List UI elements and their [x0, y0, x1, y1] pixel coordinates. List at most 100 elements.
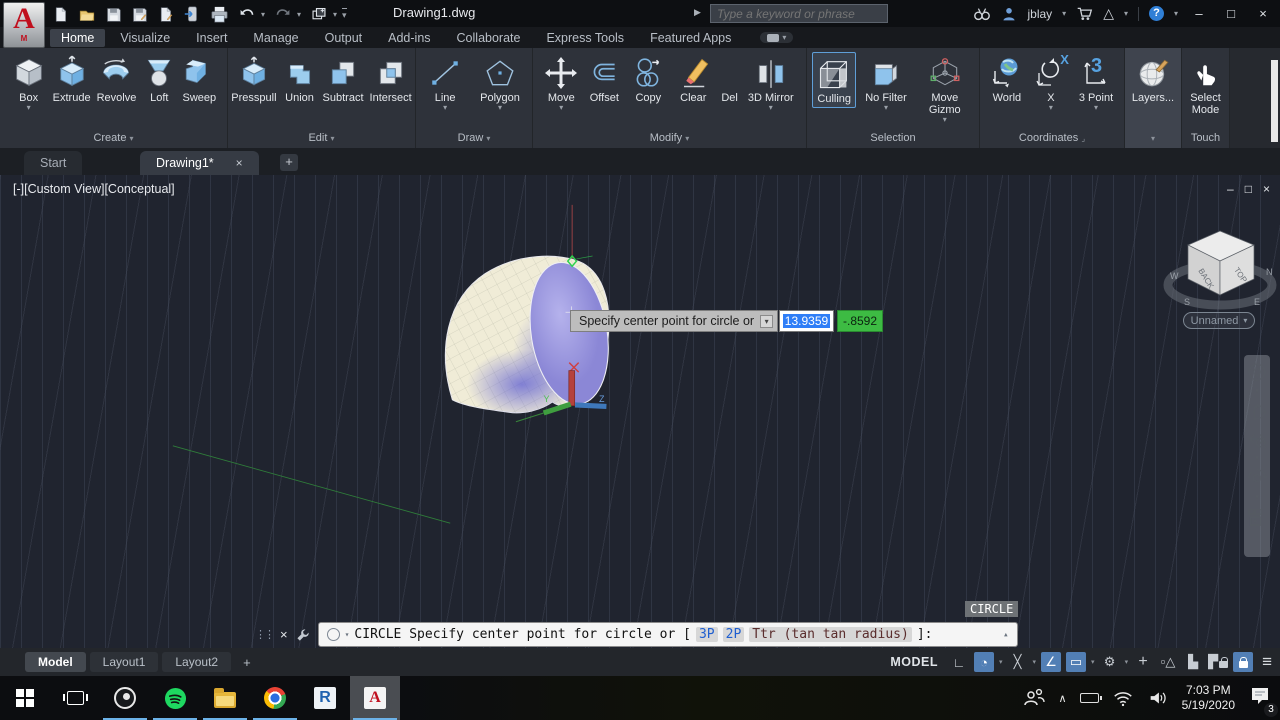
mirror3d-caret-icon[interactable]: ▾ — [769, 104, 773, 112]
box-caret-icon[interactable]: ▾ — [27, 104, 31, 112]
viewport-close-icon[interactable]: × — [1263, 182, 1270, 196]
layout-tab-layout2[interactable]: Layout2 — [162, 652, 232, 672]
revolve-button[interactable]: Revolve — [94, 52, 140, 106]
taskbar-clock[interactable]: 7:03 PM 5/19/2020 — [1182, 683, 1235, 713]
del-button[interactable]: Del — [718, 52, 741, 106]
start-button[interactable] — [0, 676, 50, 720]
command-option-3p[interactable]: 3P — [695, 627, 718, 642]
panel-selection-footer[interactable]: Selection — [807, 131, 979, 148]
ribbon-tab-manage[interactable]: Manage — [242, 29, 309, 47]
file-tab-close-icon[interactable]: × — [236, 156, 243, 170]
help-caret-icon[interactable]: ▾ — [1174, 9, 1178, 18]
command-history-caret-icon[interactable]: ▴ — [1003, 630, 1008, 640]
orbit-icon[interactable] — [1246, 467, 1268, 489]
new-file-icon[interactable] — [52, 6, 69, 23]
subtract-button[interactable]: Subtract — [320, 52, 367, 106]
snap-caret-icon[interactable]: ▾ — [999, 658, 1003, 666]
redo-icon[interactable] — [274, 6, 292, 22]
model-space-toggle[interactable]: MODEL — [890, 655, 938, 669]
compass-south-label[interactable]: S — [1184, 297, 1190, 307]
snap-mode-toggle-icon[interactable]: ◔ — [974, 652, 995, 672]
qat-customize-icon[interactable]: ▾ — [342, 7, 347, 21]
taskbar-chrome[interactable] — [250, 676, 300, 720]
showmotion-icon[interactable] — [1246, 506, 1268, 528]
compass-east-label[interactable]: E — [1254, 297, 1260, 307]
three-point-caret-icon[interactable]: ▾ — [1094, 104, 1098, 112]
panel-coordinates-footer[interactable]: Coordinates ⌟ — [980, 131, 1124, 148]
taskbar-obs[interactable] — [100, 676, 150, 720]
viewport-controls-label[interactable]: [-][Custom View][Conceptual] — [13, 182, 175, 196]
sweep-button[interactable]: Sweep — [179, 52, 219, 106]
extrude-button[interactable]: Extrude — [50, 52, 94, 106]
open-file-icon[interactable] — [78, 6, 96, 23]
volume-icon[interactable] — [1147, 687, 1169, 709]
no-filter-caret-icon[interactable]: ▾ — [884, 104, 888, 112]
redo-caret-icon[interactable]: ▾ — [297, 10, 301, 19]
command-drag-handle[interactable]: ⋮⋮ — [255, 628, 275, 641]
undo-icon[interactable] — [238, 6, 256, 22]
autocad-app-menu-button[interactable]: A M — [3, 2, 45, 48]
panel-modify-footer[interactable]: Modify ▾ — [533, 131, 806, 148]
ui-lock-icon[interactable] — [1233, 652, 1254, 672]
coordinate-y-field[interactable]: -.8592 — [837, 310, 883, 332]
ribbon-tab-featured-apps[interactable]: Featured Apps — [639, 29, 742, 47]
mirror3d-button[interactable]: 3D Mirror ▾ — [745, 52, 797, 114]
selection-cycling-icon[interactable]: ▫△ — [1158, 652, 1178, 672]
search-binoculars-icon[interactable] — [973, 5, 991, 23]
coordinate-x-field[interactable]: 13.9359 — [779, 310, 834, 332]
wifi-icon[interactable] — [1112, 687, 1134, 709]
layout-tab-layout1[interactable]: Layout1 — [89, 652, 159, 672]
app-store-cart-icon[interactable] — [1076, 5, 1093, 22]
window-minimize-button[interactable]: – — [1188, 6, 1210, 21]
file-tab-drawing1[interactable]: Drawing1* × — [140, 151, 259, 175]
gear-caret-icon[interactable]: ▾ — [1125, 658, 1129, 666]
culling-button[interactable]: Culling — [812, 52, 857, 108]
viewcube[interactable]: W S E N BACK TOP — [1162, 223, 1278, 315]
ribbon-tab-output[interactable]: Output — [314, 29, 374, 47]
clear-button[interactable]: Clear — [672, 52, 714, 106]
viewport-restore-icon[interactable]: □ — [1245, 182, 1252, 196]
save-to-mobile-icon[interactable] — [183, 5, 201, 23]
layers-button[interactable]: Layers... — [1129, 52, 1177, 106]
line-button[interactable]: Line ▾ — [425, 52, 465, 114]
panel-draw-footer[interactable]: Draw ▾ — [416, 131, 532, 148]
polygon-caret-icon[interactable]: ▾ — [498, 104, 502, 112]
drawing-viewport[interactable]: Y Z [-][Custom View][Conceptual] – □ × W… — [0, 175, 1280, 648]
panel-create-footer[interactable]: Create ▾ — [0, 131, 227, 148]
union-button[interactable]: Union — [280, 52, 320, 106]
panel-layers-footer[interactable]: ▾ — [1125, 131, 1181, 148]
customization-menu-icon[interactable]: ≡ — [1262, 652, 1272, 672]
window-maximize-button[interactable]: □ — [1220, 6, 1242, 21]
workspace-caret-icon[interactable]: ▾ — [333, 10, 337, 19]
save-as-icon[interactable] — [131, 6, 148, 23]
three-point-button[interactable]: 3 3 Point ▾ — [1076, 52, 1116, 114]
user-menu-caret-icon[interactable]: ▾ — [1062, 9, 1066, 18]
compass-west-label[interactable]: W — [1170, 271, 1179, 281]
ucs-x-button[interactable]: X X ▾ — [1032, 52, 1070, 114]
layout-tab-model[interactable]: Model — [25, 652, 86, 672]
zoom-extents-icon[interactable] — [1246, 428, 1268, 450]
move-gizmo-caret-icon[interactable]: ▾ — [943, 116, 947, 124]
offset-button[interactable]: Offset — [584, 52, 624, 106]
loft-button[interactable]: Loft — [139, 52, 179, 106]
copy-button[interactable]: Copy — [628, 52, 668, 106]
command-input[interactable]: ▾ CIRCLE Specify center point for circle… — [317, 622, 1018, 647]
ribbon-tab-visualize[interactable]: Visualize — [109, 29, 181, 47]
help-search-input[interactable] — [710, 4, 888, 23]
workspace-blocks-icon[interactable]: ▙ — [1183, 652, 1203, 672]
search-expand-icon[interactable]: ▶ — [694, 7, 701, 18]
ribbon-display-toggle-button[interactable]: ▾ — [760, 32, 794, 43]
taskbar-file-explorer[interactable] — [200, 676, 250, 720]
settings-gear-icon[interactable]: ⚙ — [1100, 652, 1120, 672]
recent-commands-caret-icon[interactable]: ▾ — [345, 630, 350, 639]
dynamic-input-toggle-icon[interactable]: + — [1133, 652, 1153, 672]
new-drawing-tab-button[interactable]: + — [280, 154, 298, 171]
action-center-button[interactable]: 3 — [1248, 684, 1278, 717]
object-snap-toggle-icon[interactable]: ▭ — [1066, 652, 1087, 672]
pan-icon[interactable] — [1246, 400, 1268, 422]
line-caret-icon[interactable]: ▾ — [443, 104, 447, 112]
window-close-button[interactable]: × — [1252, 6, 1274, 21]
people-icon[interactable] — [1022, 686, 1046, 710]
taskbar-revit[interactable]: R — [300, 676, 350, 720]
move-gizmo-button[interactable]: Move Gizmo ▾ — [916, 52, 974, 126]
